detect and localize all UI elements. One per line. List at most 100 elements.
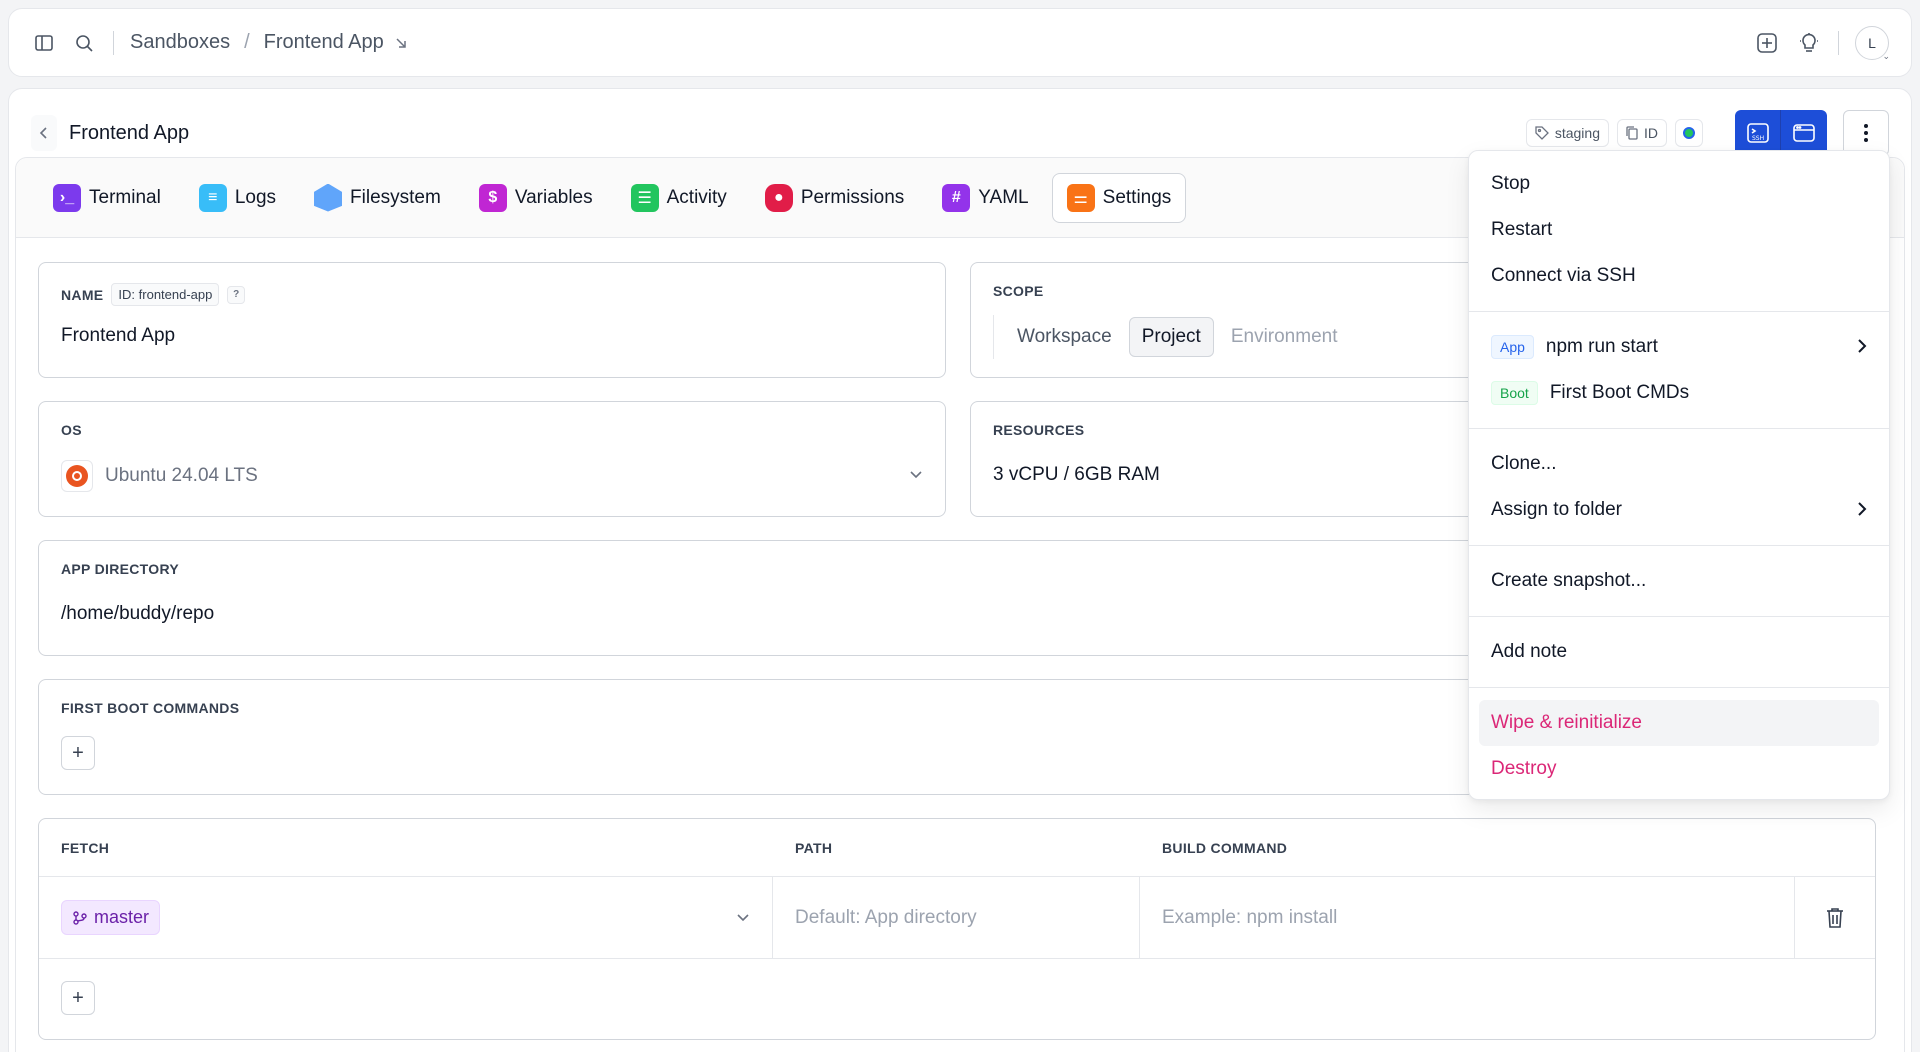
chevron-down-icon <box>736 907 750 929</box>
menu-divider <box>1469 311 1889 312</box>
help-icon[interactable]: ? <box>227 285 246 304</box>
lock-icon: ● <box>764 183 793 212</box>
menu-item-clone[interactable]: Clone... <box>1479 441 1879 487</box>
tab-permissions[interactable]: ● Permissions <box>750 173 919 223</box>
path-input[interactable]: Default: App directory <box>773 877 1140 958</box>
filesystem-icon <box>314 183 343 212</box>
add-fetch-button[interactable]: + <box>61 981 95 1015</box>
tag-chip[interactable]: staging <box>1525 119 1609 147</box>
menu-item-stop[interactable]: Stop <box>1479 161 1879 207</box>
menu-divider <box>1469 616 1889 617</box>
delete-button[interactable] <box>1795 877 1875 958</box>
tag-icon <box>1535 126 1549 140</box>
terminal-icon: ›_ <box>53 183 81 212</box>
id-chip[interactable]: ID: frontend-app <box>111 283 220 306</box>
arrow-down-right-icon[interactable] <box>394 36 408 50</box>
top-bar: Sandboxes / Frontend App L ⌄ <box>8 8 1912 77</box>
tab-logs[interactable]: ≡ Logs <box>184 173 291 223</box>
tab-label: Variables <box>514 186 593 208</box>
name-label: NAME <box>61 286 104 303</box>
avatar[interactable]: L ⌄ <box>1855 25 1890 61</box>
tab-label: YAML <box>978 186 1029 208</box>
table-footer: + <box>39 959 1875 1039</box>
tab-label: Activity <box>666 186 727 208</box>
resources-label: RESOURCES <box>993 422 1085 438</box>
os-label: OS <box>61 422 82 438</box>
tab-activity[interactable]: ☰ Activity <box>616 173 742 223</box>
branch-select[interactable]: master <box>39 877 773 958</box>
back-button[interactable] <box>31 115 57 151</box>
toggles-icon: ⚌ <box>1066 183 1095 212</box>
table-row: master Default: App directory Example: n… <box>39 877 1875 959</box>
search-icon[interactable] <box>71 30 97 56</box>
column-build-command: BUILD COMMAND <box>1162 839 1288 856</box>
divider <box>1838 30 1839 55</box>
logs-icon: ≡ <box>198 183 227 212</box>
branch-name: master <box>94 907 150 927</box>
fetch-table: FETCH PATH BUILD COMMAND master Default:… <box>38 818 1876 1040</box>
app-directory-value[interactable]: /home/buddy/repo <box>61 603 214 625</box>
table-header: FETCH PATH BUILD COMMAND <box>39 819 1875 877</box>
kebab-icon <box>1864 124 1868 142</box>
trash-icon <box>1827 907 1843 928</box>
scope-workspace[interactable]: Workspace <box>1004 317 1125 357</box>
activity-icon: ☰ <box>630 183 659 212</box>
tab-label: Filesystem <box>350 186 441 208</box>
tab-terminal[interactable]: ›_ Terminal <box>38 173 176 223</box>
add-icon[interactable] <box>1754 30 1780 56</box>
menu-item-app-command[interactable]: App npm run start <box>1479 324 1879 370</box>
breadcrumb-sandboxes[interactable]: Sandboxes <box>130 31 230 54</box>
scope-selector: Workspace Project Environment <box>993 315 1351 359</box>
scope-environment[interactable]: Environment <box>1218 317 1351 357</box>
menu-item-wipe-reinitialize[interactable]: Wipe & reinitialize <box>1479 700 1879 746</box>
os-value: Ubuntu 24.04 LTS <box>105 465 258 486</box>
os-card: OS Ubuntu 24.04 LTS <box>38 401 946 517</box>
tab-label: Terminal <box>89 186 161 208</box>
menu-item-add-note[interactable]: Add note <box>1479 629 1879 675</box>
os-select[interactable]: Ubuntu 24.04 LTS <box>61 456 923 496</box>
column-path: PATH <box>795 839 833 856</box>
branch-chip: master <box>61 900 161 935</box>
chevron-down-icon <box>909 467 923 485</box>
lightbulb-icon[interactable] <box>1796 30 1822 56</box>
sidebar-toggle-icon[interactable] <box>31 30 57 56</box>
build-placeholder: Example: npm install <box>1162 906 1338 928</box>
id-label: ID <box>1644 125 1658 141</box>
chevron-right-icon <box>1857 334 1867 360</box>
menu-divider <box>1469 687 1889 688</box>
chevron-down-icon: ⌄ <box>1882 50 1890 61</box>
avatar-initial: L <box>1868 34 1876 51</box>
ubuntu-icon <box>61 460 93 492</box>
add-boot-command-button[interactable]: + <box>61 736 95 770</box>
tab-filesystem[interactable]: Filesystem <box>299 173 456 223</box>
ssh-terminal-icon: SSH <box>1746 123 1769 143</box>
app-tag: App <box>1491 335 1534 359</box>
name-value[interactable]: Frontend App <box>61 325 175 347</box>
copy-icon <box>1626 126 1638 140</box>
variables-icon: $ <box>478 183 507 212</box>
tab-settings[interactable]: ⚌ Settings <box>1051 172 1187 223</box>
divider <box>113 30 114 55</box>
svg-text:SSH: SSH <box>1752 135 1764 142</box>
menu-item-boot-commands[interactable]: Boot First Boot CMDs <box>1479 370 1879 416</box>
tab-label: Logs <box>234 186 277 208</box>
copy-id-chip[interactable]: ID <box>1617 119 1667 147</box>
menu-item-connect-ssh[interactable]: Connect via SSH <box>1479 253 1879 299</box>
chevron-right-icon <box>1857 497 1867 523</box>
build-command-input[interactable]: Example: npm install <box>1140 877 1795 958</box>
breadcrumb-frontend-app[interactable]: Frontend App <box>264 31 384 54</box>
tab-variables[interactable]: $ Variables <box>464 173 608 223</box>
menu-item-restart[interactable]: Restart <box>1479 207 1879 253</box>
assign-folder-label: Assign to folder <box>1491 499 1622 520</box>
status-indicator[interactable] <box>1675 119 1703 147</box>
menu-item-assign-folder[interactable]: Assign to folder <box>1479 487 1879 533</box>
tab-yaml[interactable]: # YAML <box>927 173 1043 223</box>
scope-project[interactable]: Project <box>1128 317 1214 357</box>
boot-tag: Boot <box>1491 381 1538 405</box>
resources-value[interactable]: 3 vCPU / 6GB RAM <box>993 464 1160 486</box>
menu-item-destroy[interactable]: Destroy <box>1479 746 1879 792</box>
column-fetch: FETCH <box>61 839 110 856</box>
name-card: NAME ID: frontend-app ? Frontend App <box>38 262 946 378</box>
menu-item-create-snapshot[interactable]: Create snapshot... <box>1479 558 1879 604</box>
menu-divider <box>1469 428 1889 429</box>
